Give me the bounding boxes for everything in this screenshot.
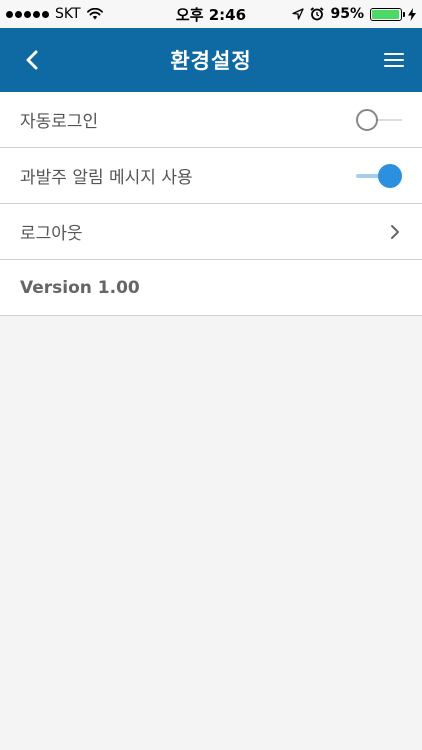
settings-list: 자동로그인 과발주 알림 메시지 사용 로그아웃 Version 1.00 (0, 92, 422, 316)
toggle-knob (378, 163, 402, 188)
battery-percent: 95% (330, 6, 364, 22)
logout-row[interactable]: 로그아웃 (0, 204, 422, 260)
alarm-icon (310, 7, 325, 21)
signal-dots-icon (6, 10, 49, 18)
penalty-alert-toggle[interactable] (356, 163, 402, 188)
battery-fill (372, 9, 399, 19)
version-row: Version 1.00 (0, 260, 422, 316)
logout-label: 로그아웃 (20, 224, 83, 244)
penalty-alert-row: 과발주 알림 메시지 사용 (0, 148, 422, 204)
wifi-icon (86, 8, 103, 20)
carrier-label: SKT (55, 6, 81, 22)
location-icon (292, 8, 305, 20)
auto-login-row: 자동로그인 (0, 92, 422, 148)
hamburger-menu-icon[interactable] (384, 50, 404, 70)
chevron-right-icon (388, 222, 402, 242)
version-label: Version 1.00 (20, 277, 140, 298)
auto-login-label: 자동로그인 (20, 112, 99, 132)
penalty-alert-label: 과발주 알림 메시지 사용 (20, 168, 193, 188)
toggle-knob (356, 108, 378, 131)
page-title: 환경설정 (170, 49, 252, 73)
auto-login-toggle[interactable] (356, 108, 402, 132)
battery-icon (370, 7, 405, 21)
chevron-left-icon (26, 50, 38, 70)
status-left: SKT (6, 6, 103, 22)
back-button[interactable] (18, 46, 46, 74)
charging-icon (408, 7, 416, 21)
status-right: 95% (292, 6, 416, 22)
status-bar: SKT 오후 2:46 95% (0, 0, 422, 28)
header-bar: 환경설정 (0, 28, 422, 92)
